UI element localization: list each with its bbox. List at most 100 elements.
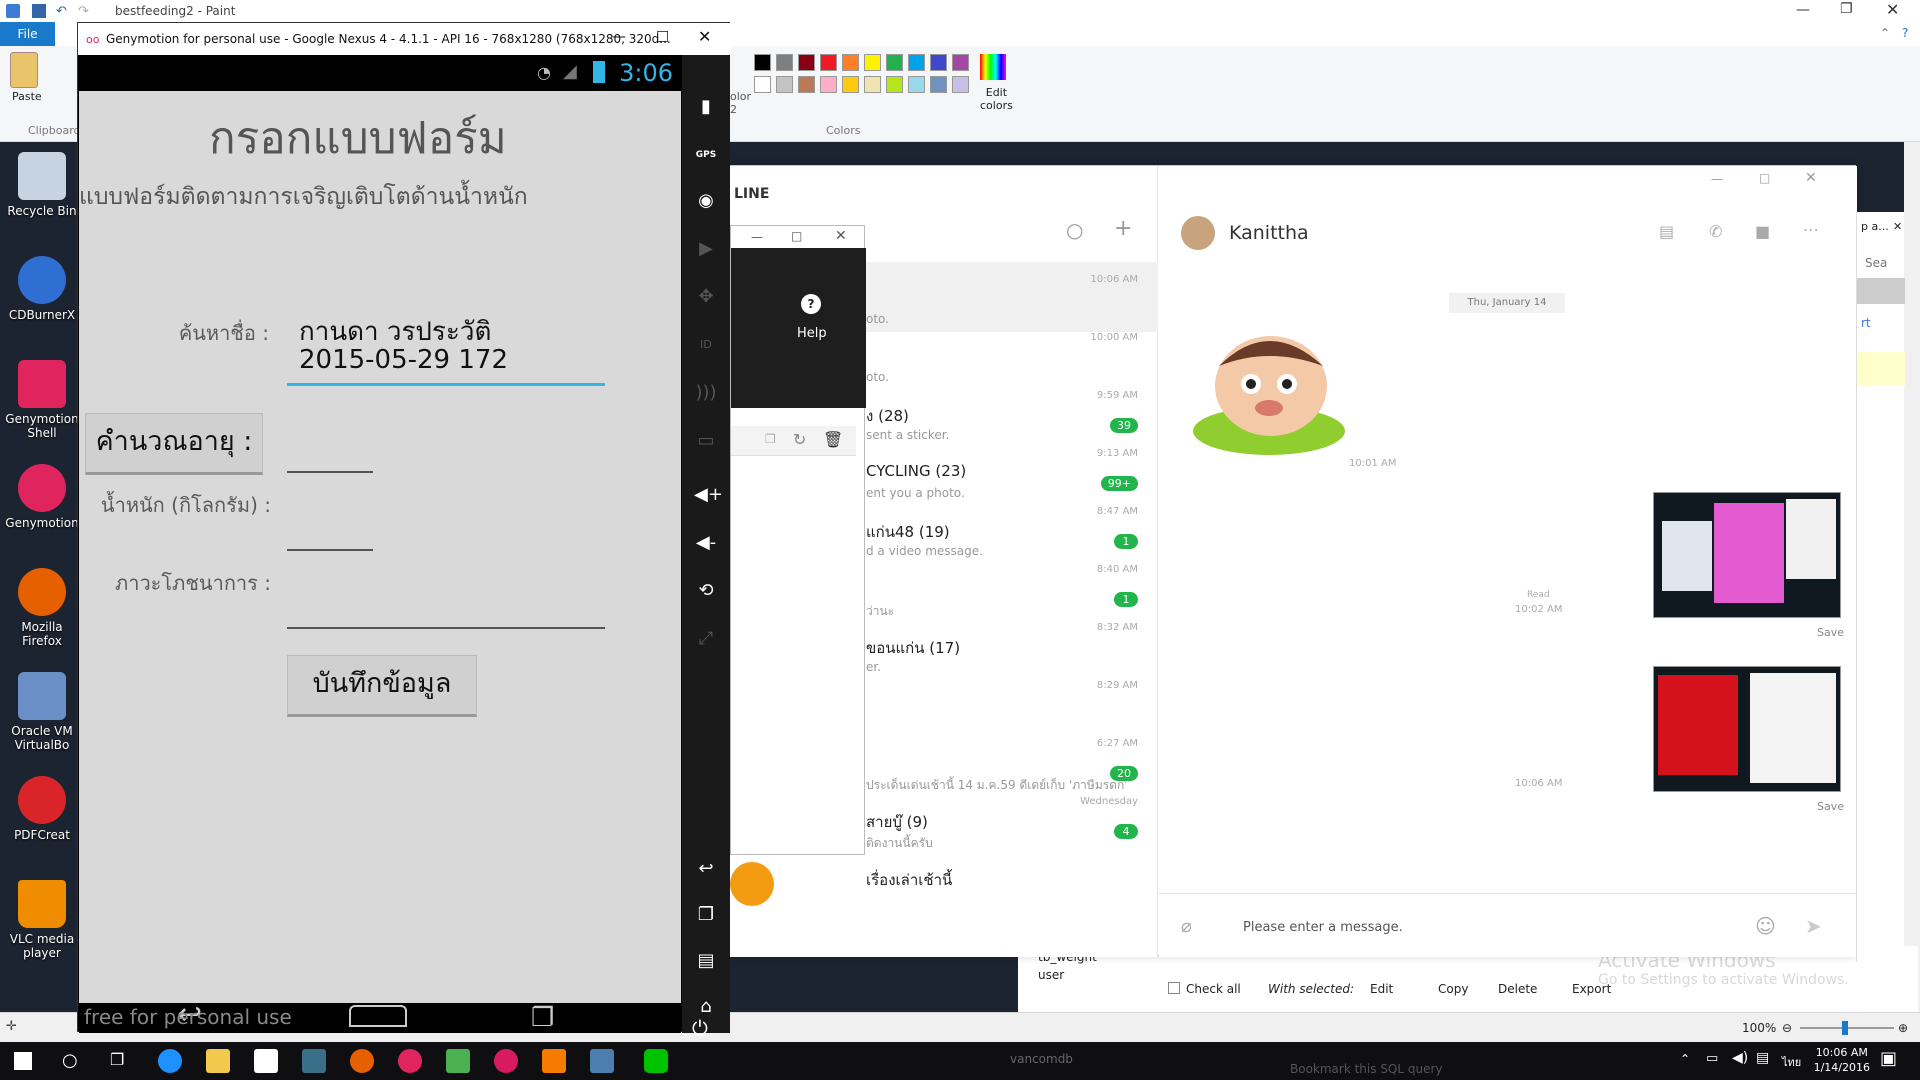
xampp-icon[interactable]	[542, 1049, 566, 1073]
file-explorer-icon[interactable]	[206, 1049, 230, 1073]
desktop-icon-pdfcreator[interactable]: PDFCreat	[0, 776, 84, 842]
remote-control-icon[interactable]: ✥	[694, 285, 718, 309]
restore-icon[interactable]: ❐	[1840, 1, 1853, 17]
console-icon[interactable]	[302, 1049, 326, 1073]
desktop-icon-recycle-bin[interactable]: Recycle Bin	[0, 152, 84, 218]
search-taskbar-icon[interactable]: ○	[62, 1050, 78, 1071]
palette-swatch[interactable]	[820, 76, 837, 93]
firefox-taskbar-icon[interactable]	[350, 1049, 374, 1073]
paste-label[interactable]: Paste	[12, 90, 42, 103]
attach-icon[interactable]: ⌀	[1181, 916, 1192, 937]
db-table-user[interactable]: user	[1038, 968, 1064, 982]
recents-nav-icon[interactable]: ❐	[531, 1003, 554, 1033]
zoom-slider-thumb[interactable]	[1842, 1021, 1848, 1035]
edit-colors-icon[interactable]	[980, 54, 1006, 80]
desktop-icon-cdburner[interactable]: CDBurnerX	[0, 256, 84, 322]
help-label[interactable]: Help	[797, 326, 827, 341]
calculate-age-button[interactable]: คำนวณอายุ :	[85, 413, 263, 475]
copy-action[interactable]: Copy	[1438, 982, 1468, 996]
geny-minimize-icon[interactable]: —	[612, 29, 626, 45]
palette-swatch[interactable]	[930, 54, 947, 71]
weight-input[interactable]	[287, 549, 373, 551]
color-palette[interactable]	[754, 54, 974, 118]
emoji-icon[interactable]: ☺	[1755, 914, 1776, 938]
call-icon[interactable]: ✆	[1709, 222, 1722, 241]
copy-icon[interactable]: ❐	[765, 432, 776, 446]
zoom-in-icon[interactable]: ⊕	[1898, 1021, 1908, 1035]
browser-search[interactable]: Sea	[1865, 256, 1887, 270]
volume-up-icon[interactable]: ◀+	[694, 483, 723, 507]
genymotion-active-taskbar-icon[interactable]	[494, 1049, 518, 1073]
desktop-icon-genymotion-shell[interactable]: Genymotion Shell	[0, 360, 84, 440]
color2-label[interactable]: olor 2	[730, 90, 751, 116]
undo-icon[interactable]: ↶	[56, 4, 67, 19]
zoom-out-icon[interactable]: ⊖	[1782, 1021, 1792, 1035]
minimize-icon[interactable]: —	[1796, 2, 1810, 18]
palette-swatch[interactable]	[908, 54, 925, 71]
refresh-icon[interactable]: ↻	[793, 430, 806, 449]
palette-swatch[interactable]	[798, 76, 815, 93]
send-icon[interactable]: ➤	[1805, 914, 1822, 938]
gps-widget-icon[interactable]: GPS	[694, 143, 718, 167]
network-tray-icon[interactable]: ▭	[1706, 1051, 1718, 1066]
side-menu-icon[interactable]: ▤	[694, 949, 718, 973]
save-data-button[interactable]: บันทึกข้อมูล	[287, 655, 477, 717]
line-taskbar-icon[interactable]	[644, 1049, 668, 1073]
scale-icon[interactable]: ⤢	[694, 627, 718, 651]
geny-maximize-icon[interactable]: □	[656, 28, 669, 44]
side-recents-icon[interactable]: ❐	[694, 903, 718, 927]
action-center-icon[interactable]: ▣	[1880, 1048, 1897, 1069]
palette-swatch[interactable]	[908, 76, 925, 93]
task-view-icon[interactable]: ❐	[110, 1050, 124, 1069]
line-close-icon[interactable]: ✕	[1805, 170, 1817, 186]
palette-swatch[interactable]	[952, 76, 969, 93]
age-result-field[interactable]	[287, 471, 373, 473]
contact-avatar[interactable]	[1181, 216, 1215, 250]
edge-icon[interactable]	[158, 1049, 182, 1073]
image1-save[interactable]: Save	[1817, 626, 1844, 639]
line-minimize-icon[interactable]: —	[1711, 172, 1723, 186]
desktop-icon-virtualbox[interactable]: Oracle VM VirtualBo	[0, 672, 84, 752]
language-indicator[interactable]: ไทย	[1782, 1053, 1801, 1071]
notes-icon[interactable]: ▤	[1659, 222, 1674, 241]
nutrition-status-field[interactable]	[287, 627, 605, 629]
palette-swatch[interactable]	[886, 76, 903, 93]
palette-swatch[interactable]	[886, 54, 903, 71]
image-message-1[interactable]	[1653, 492, 1841, 618]
palette-swatch[interactable]	[798, 54, 815, 71]
device-id-icon[interactable]: ID	[694, 333, 718, 357]
android-studio-icon[interactable]	[446, 1049, 470, 1073]
palette-swatch[interactable]	[952, 54, 969, 71]
volume-tray-icon[interactable]: ◀)	[1732, 1050, 1748, 1066]
palette-swatch[interactable]	[842, 76, 859, 93]
check-all-checkbox[interactable]	[1168, 982, 1180, 994]
browser-tab-label[interactable]: p a...	[1861, 220, 1889, 233]
add-chat-icon[interactable]: +	[1114, 216, 1132, 241]
network-widget-icon[interactable]: )))	[694, 381, 718, 405]
check-all-label[interactable]: Check all	[1186, 982, 1241, 996]
mini-minimize-icon[interactable]: —	[751, 230, 763, 244]
line-maximize-icon[interactable]: □	[1759, 171, 1770, 185]
webcam-widget-icon[interactable]: ◉	[694, 189, 718, 213]
sms-widget-icon[interactable]: ▭	[694, 429, 718, 453]
trash-icon[interactable]: 🗑	[823, 430, 843, 449]
mini-maximize-icon[interactable]: □	[791, 229, 802, 243]
browser-tab-close-icon[interactable]: ✕	[1893, 220, 1902, 233]
edit-action[interactable]: Edit	[1370, 982, 1393, 996]
palette-swatch[interactable]	[776, 54, 793, 71]
geny-close-icon[interactable]: ✕	[698, 27, 711, 46]
volume-down-icon[interactable]: ◀-	[694, 531, 718, 555]
image-message-2[interactable]	[1653, 666, 1841, 792]
video-call-icon[interactable]: ■	[1755, 222, 1770, 241]
tray-clock[interactable]: 10:06 AM 1/14/2016	[1814, 1045, 1870, 1075]
search-name-value-line2[interactable]: 2015-05-29 172	[299, 345, 508, 375]
ribbon-collapse-icon[interactable]: ⌃	[1880, 26, 1890, 40]
battery-widget-icon[interactable]: ▮	[694, 95, 718, 119]
store-icon[interactable]	[254, 1049, 278, 1073]
desktop-icon-firefox[interactable]: Mozilla Firefox	[0, 568, 84, 648]
desktop-icon-vlc[interactable]: VLC media player	[0, 880, 84, 960]
palette-swatch[interactable]	[754, 54, 771, 71]
more-options-icon[interactable]: ⋯	[1803, 220, 1819, 239]
save-icon[interactable]	[32, 4, 46, 18]
palette-swatch[interactable]	[820, 54, 837, 71]
